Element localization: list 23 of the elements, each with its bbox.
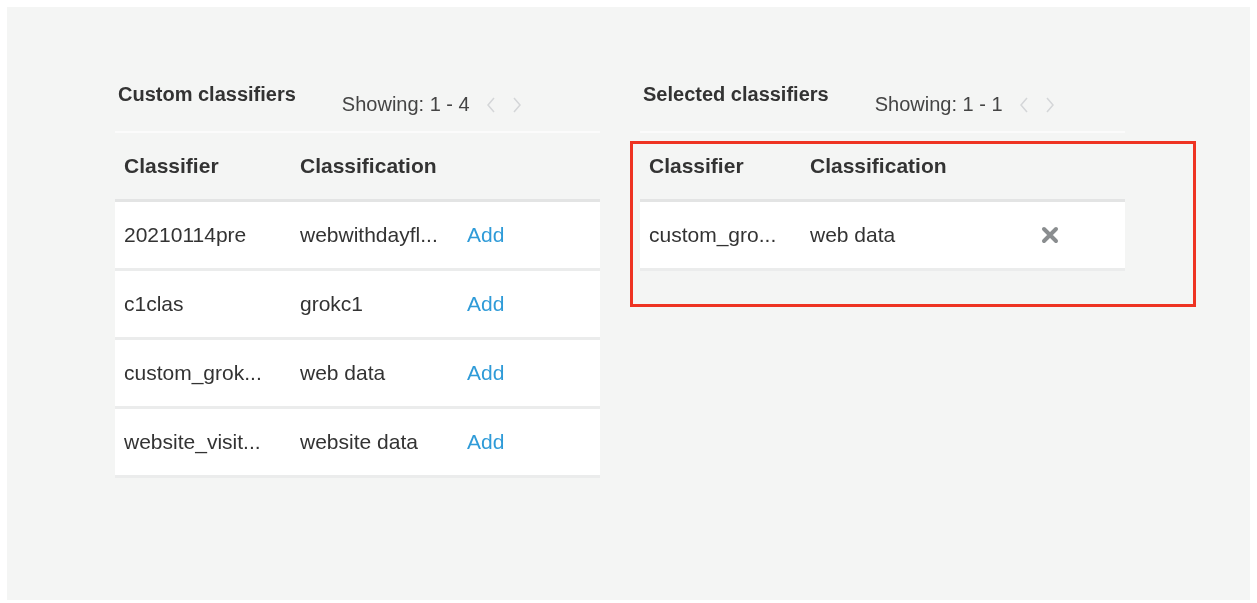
table-cell-text: website_visit... bbox=[123, 430, 262, 454]
panel-title: Selected classifiers bbox=[643, 83, 829, 106]
add-link[interactable]: Add bbox=[467, 223, 505, 247]
remove-icon[interactable] bbox=[1041, 226, 1059, 244]
table-cell-text: web data bbox=[809, 223, 897, 247]
column-header: Classification bbox=[809, 154, 948, 178]
table-cell-text: grokc1 bbox=[299, 292, 365, 316]
table-cell-text: 20210114pre bbox=[123, 223, 248, 247]
pagination-text: Showing: 1 - 1 bbox=[874, 93, 1003, 116]
column-header: Classifier bbox=[648, 154, 745, 178]
pagination-text: Showing: 1 - 4 bbox=[341, 93, 470, 116]
panel-title: Custom classifiers bbox=[118, 83, 296, 106]
add-link[interactable]: Add bbox=[467, 361, 505, 385]
table-cell-text: custom_grok... bbox=[123, 361, 263, 385]
table-cell-text: webwithdayfl... bbox=[299, 223, 439, 247]
table-cell-text: web data bbox=[299, 361, 387, 385]
column-header: Classifier bbox=[123, 154, 220, 178]
table-cell-text: website data bbox=[299, 430, 419, 454]
table-cell-text: custom_gro... bbox=[648, 223, 778, 247]
add-link[interactable]: Add bbox=[467, 292, 505, 316]
column-header: Classification bbox=[299, 154, 438, 178]
table-cell-text: c1clas bbox=[123, 292, 185, 316]
add-link[interactable]: Add bbox=[467, 430, 505, 454]
